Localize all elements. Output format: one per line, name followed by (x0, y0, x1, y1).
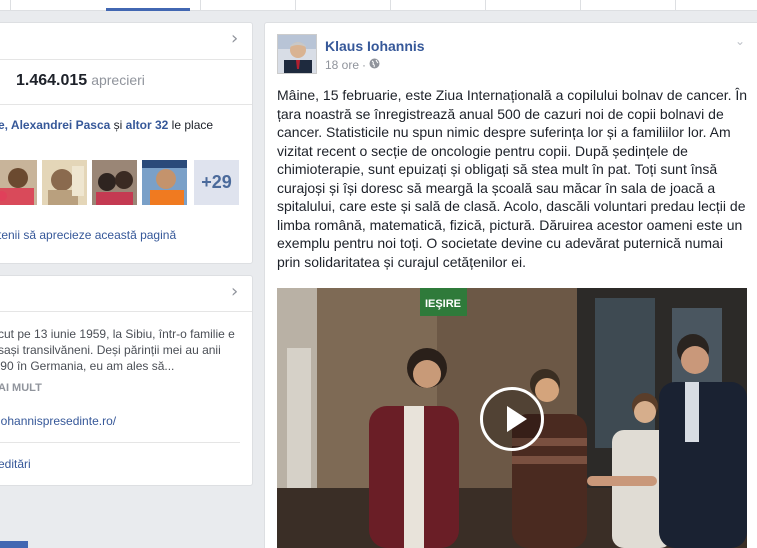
friend-avatar[interactable] (142, 160, 187, 205)
tab-separator (675, 0, 676, 10)
play-button-icon[interactable] (480, 387, 544, 451)
post-meta: 18 ore · (325, 58, 380, 72)
friends-connector: și (110, 118, 126, 132)
tab-separator (580, 0, 581, 10)
divider (0, 442, 240, 443)
about-text: cut pe 13 iunie 1959, la Sibiu, într-o f… (0, 327, 235, 373)
about-card (0, 275, 253, 486)
globe-icon[interactable] (369, 58, 380, 72)
more-friends-button[interactable]: +29 (194, 160, 239, 205)
tab-separator (295, 0, 296, 10)
divider (0, 59, 252, 60)
other-friends-link[interactable]: altor 32 (126, 118, 169, 132)
top-tab-bar (0, 0, 757, 11)
tab-separator (485, 0, 486, 10)
friends-like-line: e, Alexandrei Pasca și altor 32 le place (0, 118, 213, 132)
see-more-link[interactable]: AI MULT (0, 382, 42, 394)
active-tab-indicator[interactable] (106, 8, 190, 11)
divider (0, 311, 252, 312)
website-link[interactable]: iohannispresedinte.ro/ (0, 414, 116, 428)
exit-sign-text: IEŞIRE (425, 298, 461, 310)
page-likes-count[interactable]: 1.464.015 aprecieri (16, 72, 145, 90)
tab-separator (10, 0, 11, 10)
invite-friends-link[interactable]: tenii să aprecieze această pagină (0, 228, 176, 242)
friend-name-partial[interactable]: e, (0, 118, 11, 132)
author-avatar[interactable] (277, 34, 317, 74)
divider (0, 104, 252, 105)
likes-number: 1.464.015 (16, 72, 88, 89)
post-author[interactable]: Klaus Iohannis (325, 38, 425, 54)
post-options-chevron-icon[interactable]: ⌄ (735, 34, 745, 48)
tab-separator (390, 0, 391, 10)
friends-suffix: le place (168, 118, 214, 132)
likes-chevron-icon[interactable]: › (231, 30, 238, 48)
edits-link[interactable]: editări (0, 457, 31, 471)
tab-separator (200, 0, 201, 10)
likes-label: aprecieri (91, 72, 145, 88)
friend-avatar[interactable] (92, 160, 137, 205)
meta-separator: · (362, 58, 367, 72)
friend-name[interactable]: Alexandrei Pasca (11, 118, 110, 132)
friend-avatar[interactable] (0, 160, 37, 205)
post-time[interactable]: 18 ore (325, 58, 359, 72)
about-chevron-icon[interactable]: › (231, 283, 238, 301)
bottom-indicator (0, 541, 28, 548)
friend-avatar[interactable] (42, 160, 87, 205)
post-body: Mâine, 15 februarie, este Ziua Internați… (277, 87, 748, 270)
